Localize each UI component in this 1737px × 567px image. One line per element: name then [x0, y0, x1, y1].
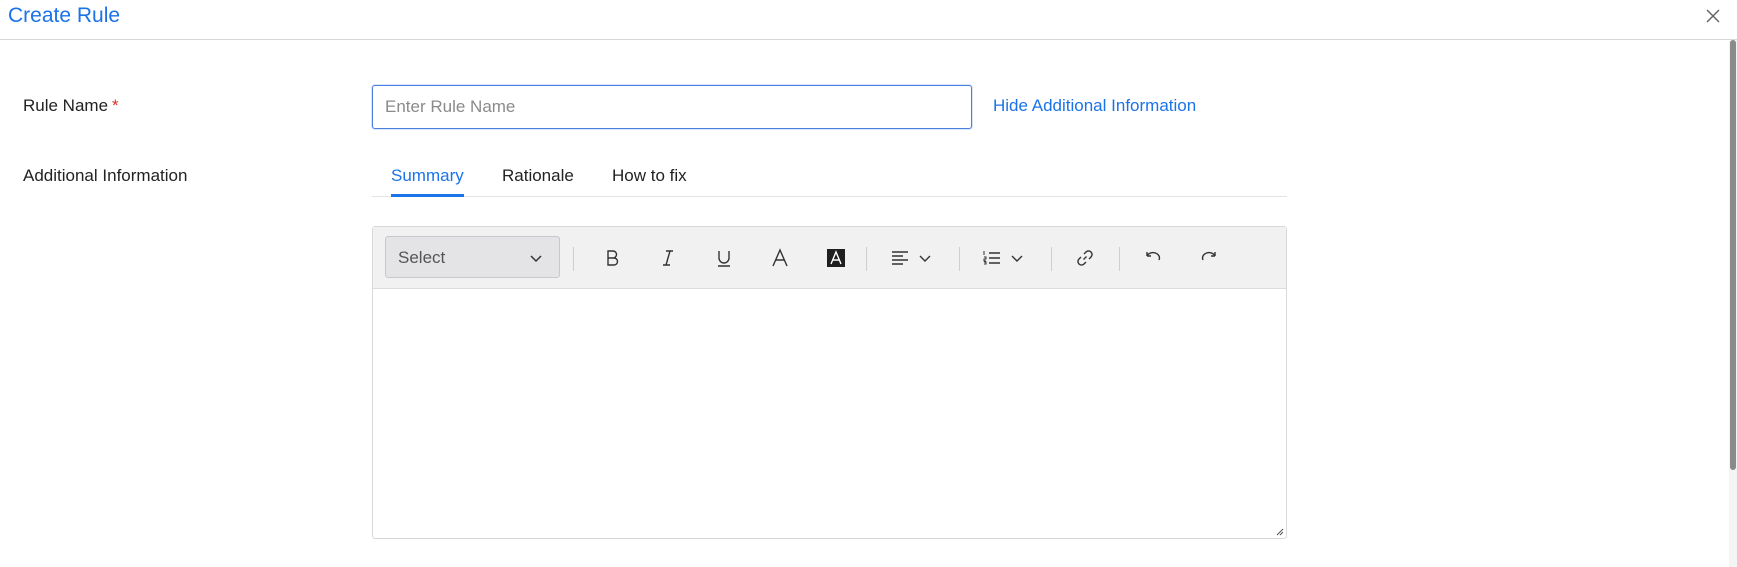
rule-name-input[interactable]	[372, 85, 972, 129]
redo-icon	[1201, 251, 1216, 261]
toolbar-divider	[959, 247, 960, 271]
hide-additional-info-link[interactable]: Hide Additional Information	[993, 96, 1196, 116]
toolbar-divider	[866, 247, 867, 271]
align-button[interactable]	[888, 244, 934, 272]
format-select[interactable]: Select	[385, 236, 560, 278]
underline-button[interactable]	[710, 244, 738, 272]
chevron-down-icon	[529, 251, 543, 265]
italic-button[interactable]	[654, 244, 682, 272]
italic-icon	[663, 250, 673, 266]
required-marker: *	[112, 96, 119, 115]
undo-icon	[1146, 251, 1161, 261]
close-icon	[1706, 9, 1720, 23]
background-color-button[interactable]	[822, 244, 850, 272]
font-color-button[interactable]	[766, 244, 794, 272]
toolbar-divider	[573, 247, 574, 271]
list-icon	[983, 251, 1000, 265]
list-button[interactable]	[980, 244, 1026, 272]
close-button[interactable]	[1701, 4, 1725, 28]
chevron-down-icon	[1011, 255, 1023, 262]
info-tabs: Summary Rationale How to fix	[372, 160, 1287, 197]
editor-toolbar: Select	[373, 227, 1286, 289]
link-icon	[1077, 250, 1093, 266]
rich-text-editor: Select	[372, 226, 1287, 539]
redo-button[interactable]	[1195, 244, 1223, 272]
dialog-title: Create Rule	[8, 4, 121, 27]
align-icon	[892, 251, 908, 265]
tab-rationale[interactable]: Rationale	[502, 166, 574, 194]
bold-button[interactable]	[598, 244, 626, 272]
toolbar-divider	[1051, 247, 1052, 271]
link-button[interactable]	[1071, 244, 1099, 272]
toolbar-divider	[1119, 247, 1120, 271]
chevron-down-icon	[919, 255, 931, 262]
scrollbar-thumb[interactable]	[1730, 40, 1736, 470]
underline-icon	[718, 251, 730, 267]
bold-icon	[607, 250, 619, 266]
tab-how-to-fix[interactable]: How to fix	[612, 166, 687, 194]
font-color-icon	[772, 248, 788, 267]
undo-button[interactable]	[1139, 244, 1167, 272]
format-select-value: Select	[398, 248, 446, 267]
background-color-icon	[827, 249, 845, 267]
dialog-header: Create Rule	[0, 0, 1737, 40]
tab-summary[interactable]: Summary	[391, 166, 464, 197]
additional-info-label: Additional Information	[23, 166, 188, 185]
rule-name-label: Rule Name *	[23, 96, 119, 116]
editor-content-area[interactable]	[373, 288, 1286, 538]
rule-name-label-text: Rule Name	[23, 96, 109, 115]
resize-handle-icon[interactable]	[1274, 526, 1284, 536]
